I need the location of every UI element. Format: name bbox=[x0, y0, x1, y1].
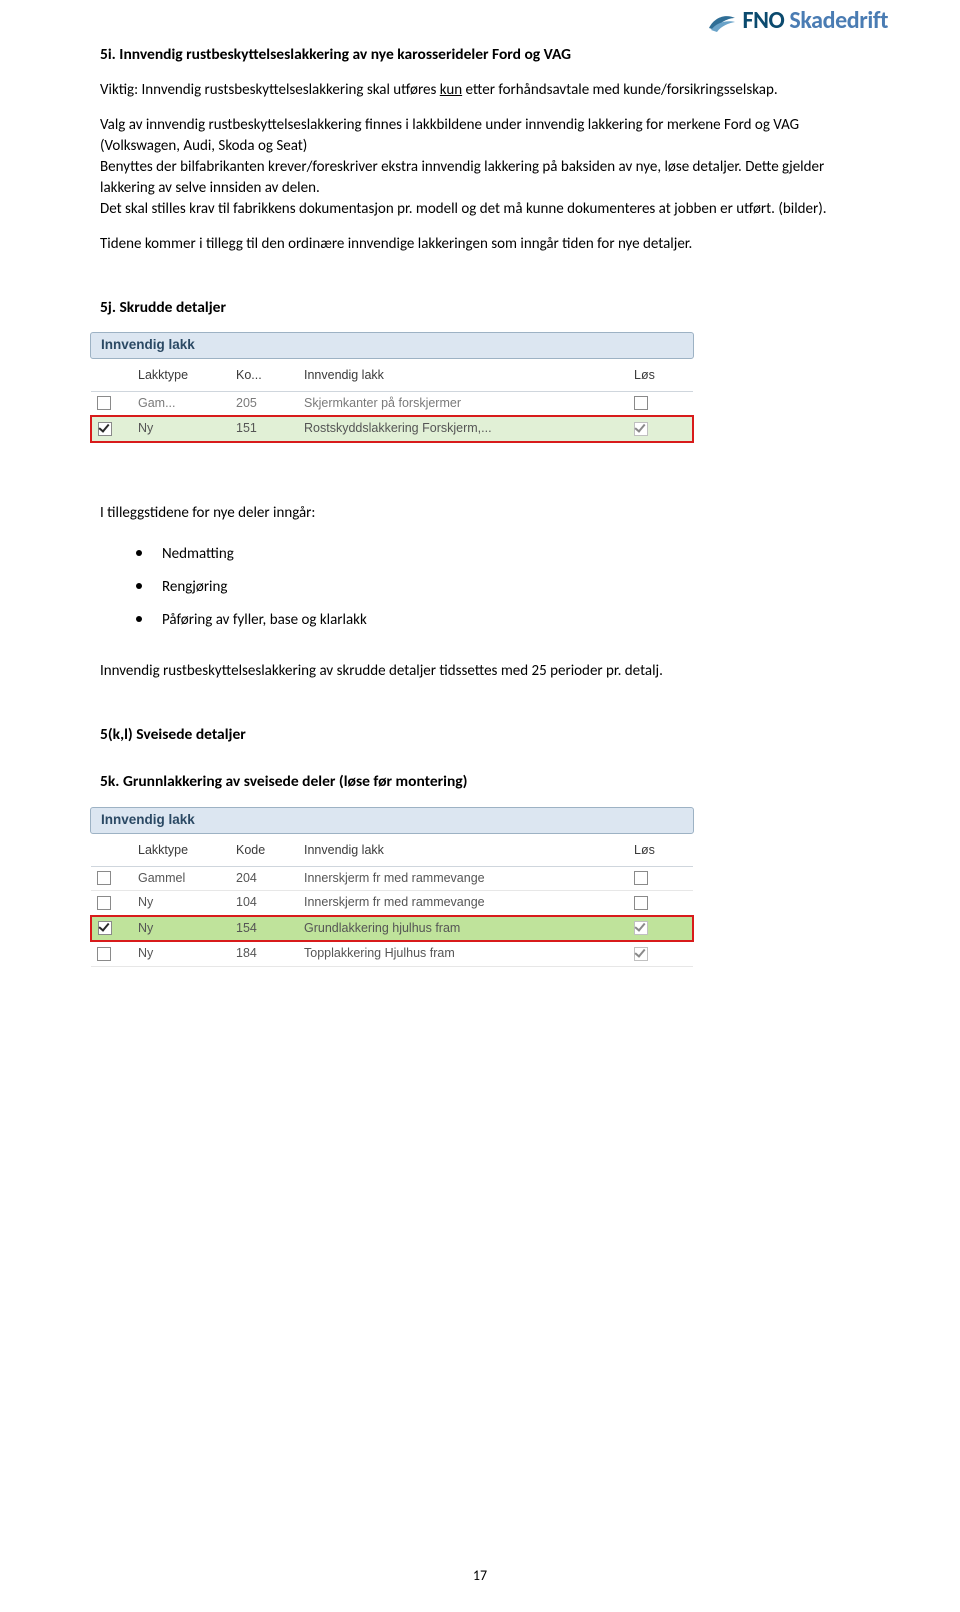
cell-desc: Topplakkering Hjulhus fram bbox=[298, 941, 628, 966]
cell-lakktype: Ny bbox=[132, 416, 230, 442]
bullet-list-5j: Nedmatting Rengjøring Påføring av fyller… bbox=[136, 538, 860, 637]
brand-logo: FNO Skadedrift bbox=[707, 4, 888, 38]
los-checkbox[interactable] bbox=[634, 947, 648, 961]
row-checkbox[interactable] bbox=[98, 422, 112, 436]
row-checkbox[interactable] bbox=[97, 947, 111, 961]
row-checkbox[interactable] bbox=[97, 396, 111, 410]
page-number: 17 bbox=[0, 1566, 960, 1586]
cell-lakktype: Ny bbox=[132, 891, 230, 916]
cell-desc: Skjermkanter på forskjermer bbox=[298, 391, 628, 416]
cell-kode: 104 bbox=[230, 891, 298, 916]
heading-5i: 5i. Innvendig rustbeskyttelseslakkering … bbox=[100, 44, 860, 66]
cell-desc: Innerskjerm fr med rammevange bbox=[298, 891, 628, 916]
cell-desc: Rostskyddslakkering Forskjerm,... bbox=[298, 416, 628, 442]
los-checkbox[interactable] bbox=[634, 871, 648, 885]
heading-5kl: 5(k,l) Sveisede detaljer bbox=[100, 724, 860, 746]
cell-lakktype: Gammel bbox=[132, 866, 230, 891]
table-row: Ny104Innerskjerm fr med rammevange bbox=[91, 891, 693, 916]
para-5i-3: Tidene kommer i tillegg til den ordinære… bbox=[100, 234, 860, 255]
table-5j-header-row: Lakktype Ko... Innvendig lakk Løs bbox=[91, 359, 693, 391]
para-5i-1: Viktig: Innvendig rustsbeskyttelseslakke… bbox=[100, 80, 860, 101]
cell-lakktype: Ny bbox=[132, 916, 230, 942]
list-item: Nedmatting bbox=[136, 538, 860, 571]
table-row: Ny151Rostskyddslakkering Forskjerm,... bbox=[91, 416, 693, 442]
table-row: Gammel204Innerskjerm fr med rammevange bbox=[91, 866, 693, 891]
cell-desc: Innerskjerm fr med rammevange bbox=[298, 866, 628, 891]
para-5j-listintro: I tilleggstidene for nye deler inngår: bbox=[100, 503, 860, 524]
list-item: Rengjøring bbox=[136, 571, 860, 604]
table-row: Gam...205Skjermkanter på forskjermer bbox=[91, 391, 693, 416]
los-checkbox[interactable] bbox=[634, 422, 648, 436]
list-item: Påføring av fyller, base og klarlakk bbox=[136, 604, 860, 637]
cell-kode: 151 bbox=[230, 416, 298, 442]
los-checkbox[interactable] bbox=[634, 921, 648, 935]
cell-kode: 204 bbox=[230, 866, 298, 891]
los-checkbox[interactable] bbox=[634, 896, 648, 910]
swoosh-icon bbox=[707, 8, 737, 34]
cell-kode: 154 bbox=[230, 916, 298, 942]
brand-text: FNO Skadedrift bbox=[743, 4, 888, 38]
table-5k-caption: Innvendig lakk bbox=[90, 807, 694, 834]
table-5k: Innvendig lakk Lakktype Kode Innvendig l… bbox=[90, 807, 694, 966]
cell-kode: 184 bbox=[230, 941, 298, 966]
row-checkbox[interactable] bbox=[98, 921, 112, 935]
para-5j-after: Innvendig rustbeskyttelseslakkering av s… bbox=[100, 661, 860, 682]
heading-5k: 5k. Grunnlakkering av sveisede deler (lø… bbox=[100, 771, 860, 793]
table-5j: Innvendig lakk Lakktype Ko... Innvendig … bbox=[90, 332, 694, 442]
para-5i-2: Valg av innvendig rustbeskyttelseslakker… bbox=[100, 115, 860, 220]
cell-lakktype: Ny bbox=[132, 941, 230, 966]
heading-5j: 5j. Skrudde detaljer bbox=[100, 297, 860, 319]
table-5j-caption: Innvendig lakk bbox=[90, 332, 694, 359]
table-5k-header-row: Lakktype Kode Innvendig lakk Løs bbox=[91, 834, 693, 866]
cell-desc: Grundlakkering hjulhus fram bbox=[298, 916, 628, 942]
table-row: Ny154Grundlakkering hjulhus fram bbox=[91, 916, 693, 942]
table-row: Ny184Topplakkering Hjulhus fram bbox=[91, 941, 693, 966]
row-checkbox[interactable] bbox=[97, 896, 111, 910]
los-checkbox[interactable] bbox=[634, 396, 648, 410]
row-checkbox[interactable] bbox=[97, 871, 111, 885]
cell-lakktype: Gam... bbox=[132, 391, 230, 416]
cell-kode: 205 bbox=[230, 391, 298, 416]
